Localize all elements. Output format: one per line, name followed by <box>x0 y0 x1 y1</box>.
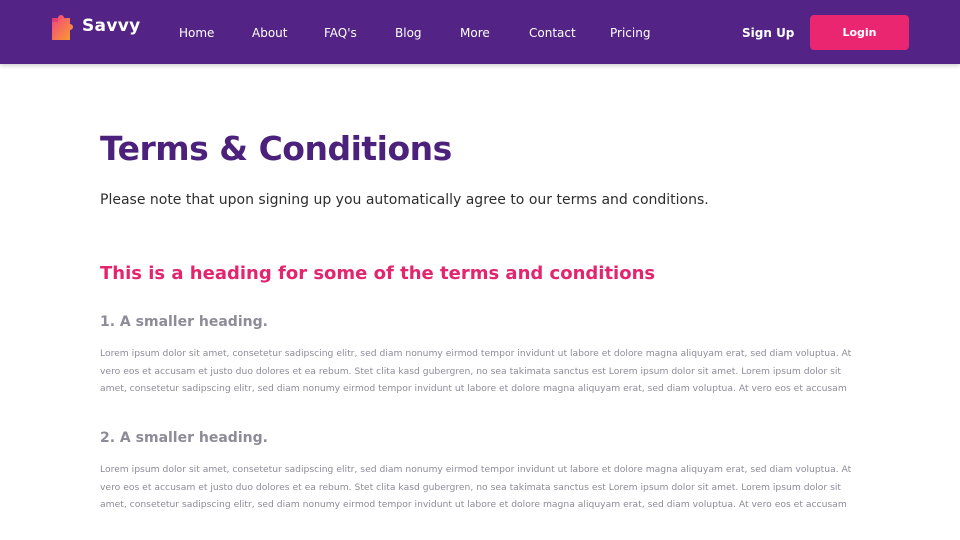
brand-logo-link[interactable]: Savvy <box>50 10 140 42</box>
intro-text: Please note that upon signing up you aut… <box>100 192 709 208</box>
nav-link-home[interactable]: Home <box>179 24 214 42</box>
nav-link-blog[interactable]: Blog <box>395 24 422 42</box>
top-navbar: Savvy Home About FAQ's Blog More Contact… <box>0 0 960 64</box>
subsection-paragraph: Lorem ipsum dolor sit amet, consetetur s… <box>100 464 852 511</box>
puzzle-logo-icon <box>52 15 73 40</box>
nav-link-about[interactable]: About <box>252 24 287 42</box>
login-button[interactable]: Login <box>810 15 909 50</box>
nav-link-faqs[interactable]: FAQ's <box>324 24 357 42</box>
subsection-heading: 2. A smaller heading. <box>100 430 268 446</box>
page-title: Terms & Conditions <box>100 129 452 168</box>
subsection-paragraph: Lorem ipsum dolor sit amet, consetetur s… <box>100 348 852 395</box>
section-heading: This is a heading for some of the terms … <box>100 263 656 284</box>
nav-link-contact[interactable]: Contact <box>529 24 576 42</box>
brand-name: Savvy <box>82 16 141 36</box>
nav-link-pricing[interactable]: Pricing <box>610 24 650 42</box>
subsection-heading: 1. A smaller heading. <box>100 314 268 330</box>
nav-link-more[interactable]: More <box>460 24 490 42</box>
sign-up-link[interactable]: Sign Up <box>742 24 794 42</box>
